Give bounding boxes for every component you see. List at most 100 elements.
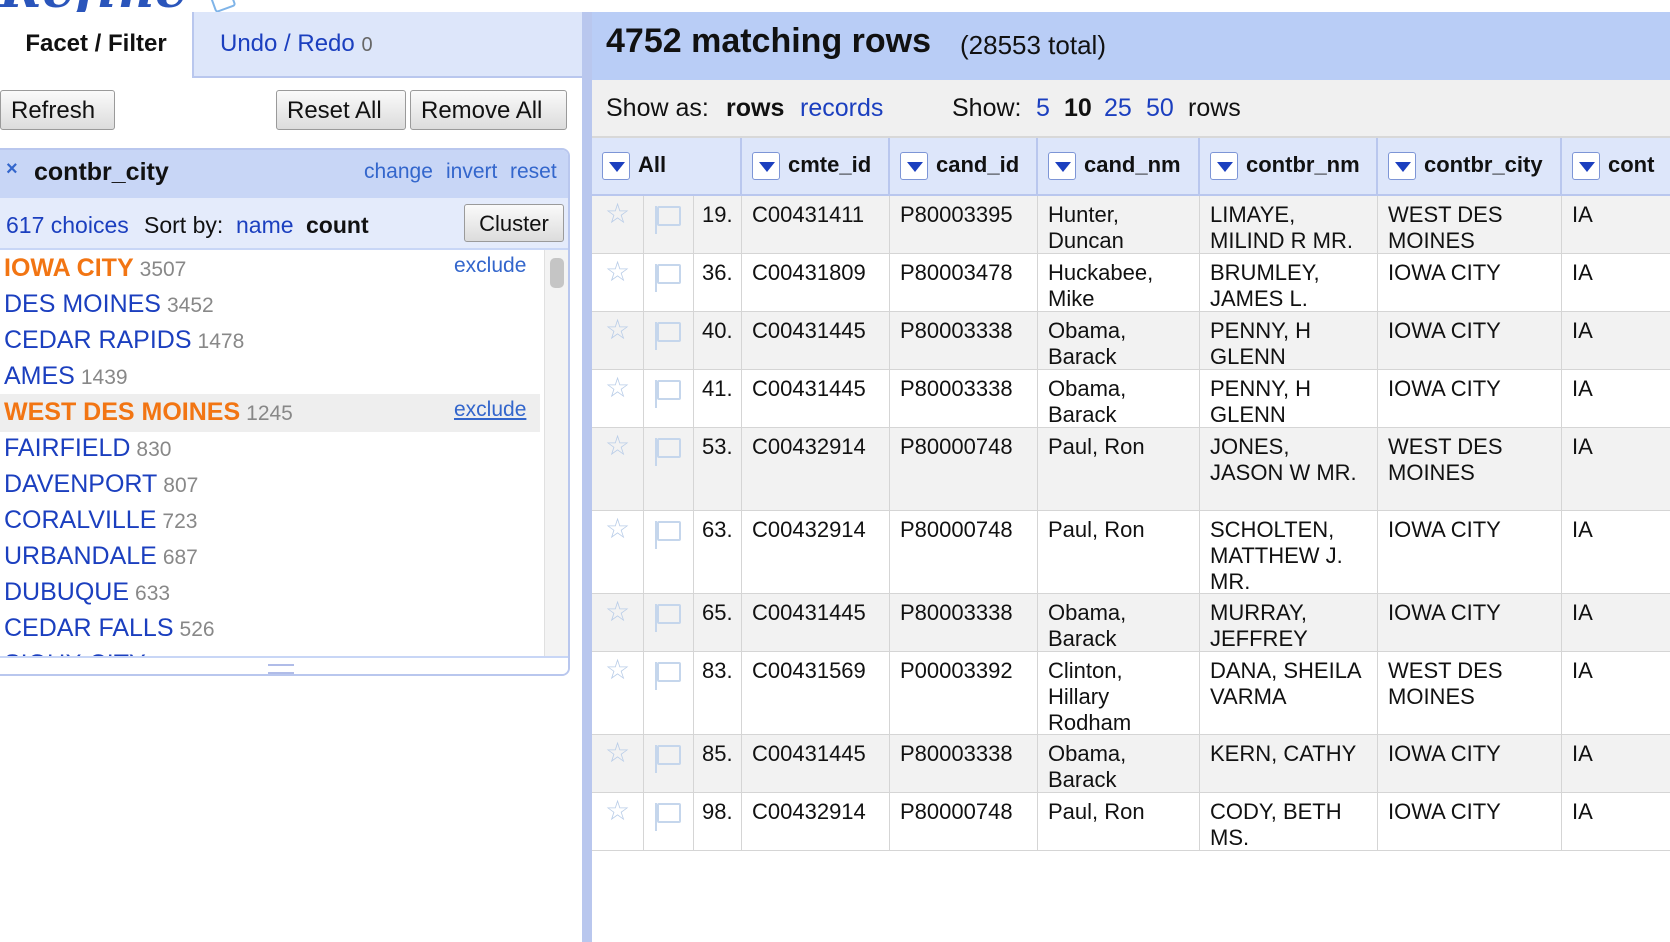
tab-undo-redo[interactable]: Undo / Redo 0 [220, 12, 373, 76]
flag-icon[interactable] [644, 652, 694, 734]
cell-cand-nm: Obama, Barack [1038, 735, 1200, 792]
cell-cand-id: P80000748 [890, 428, 1038, 510]
view-rows-option[interactable]: rows [726, 94, 784, 123]
remove-all-button[interactable]: Remove All [410, 90, 567, 130]
flag-icon[interactable] [644, 196, 694, 253]
column-menu-dropdown-icon[interactable] [1388, 152, 1416, 180]
facet-choice-name[interactable]: DUBUQUE 633 [4, 578, 170, 607]
cell-contbr-city: IOWA CITY [1378, 594, 1562, 651]
facet-choice[interactable]: DAVENPORT 807 [0, 466, 540, 504]
star-icon[interactable]: ☆ [592, 370, 644, 427]
facet-choice[interactable]: AMES 1439 [0, 358, 540, 396]
cell-cmte-id: C00431569 [742, 652, 890, 734]
facet-choice[interactable]: DES MOINES 3452 [0, 286, 540, 324]
column-menu-dropdown-icon[interactable] [1048, 152, 1076, 180]
star-icon[interactable]: ☆ [592, 428, 644, 510]
facet-choice-name[interactable]: CORALVILLE 723 [4, 506, 197, 535]
facet-choice[interactable]: SIOUX CITY510 [0, 646, 540, 656]
cell-contbr-city: IOWA CITY [1378, 735, 1562, 792]
cell-cand-id: P80003338 [890, 370, 1038, 427]
column-cont-header[interactable]: cont [1562, 138, 1670, 194]
matching-rows-count: 4752 matching rows [606, 22, 932, 60]
cell-contbr-nm: JONES, JASON W MR. [1200, 428, 1378, 510]
column-cand-id-header[interactable]: cand_id [890, 138, 1038, 194]
facet-scroll-thumb[interactable] [550, 258, 564, 288]
facet-choice-name[interactable]: CEDAR FALLS 526 [4, 614, 215, 643]
column-menu-dropdown-icon[interactable] [1210, 152, 1238, 180]
page-size-25[interactable]: 25 [1104, 94, 1132, 123]
cell-cmte-id: C00431445 [742, 735, 890, 792]
facet-choice[interactable]: WEST DES MOINES 1245 exclude [0, 394, 540, 432]
column-cand-nm-header[interactable]: cand_nm [1038, 138, 1200, 194]
cell-cand-nm: Obama, Barack [1038, 312, 1200, 369]
column-menu-dropdown-icon[interactable] [1572, 152, 1600, 180]
facet-choice-name[interactable]: WEST DES MOINES 1245 [4, 398, 293, 427]
facet-change-link[interactable]: change [364, 160, 433, 184]
sort-name-link[interactable]: name [236, 212, 294, 239]
reset-all-button[interactable]: Reset All [276, 90, 406, 130]
show-label: Show: [952, 94, 1022, 122]
column-cmte-id-header[interactable]: cmte_id [742, 138, 890, 194]
star-icon[interactable]: ☆ [592, 594, 644, 651]
row-number: 53. [694, 428, 742, 510]
exclude-link[interactable]: exclude [454, 398, 526, 422]
facet-choice-name[interactable]: AMES 1439 [4, 362, 128, 391]
star-icon[interactable]: ☆ [592, 511, 644, 593]
close-icon[interactable]: × [6, 159, 24, 179]
tab-facet-filter[interactable]: Facet / Filter [0, 12, 194, 78]
star-icon[interactable]: ☆ [592, 793, 644, 850]
flag-icon[interactable] [644, 254, 694, 311]
logo-diamond-icon [209, 0, 237, 12]
column-contbr-city-header[interactable]: contbr_city [1378, 138, 1562, 194]
facet-resize-handle[interactable] [0, 656, 568, 674]
facet-choice[interactable]: IOWA CITY 3507 exclude [0, 250, 540, 288]
choices-count-link[interactable]: 617 choices [6, 212, 129, 239]
facet-scrollbar[interactable] [544, 250, 568, 656]
column-all-header[interactable]: All [592, 138, 742, 194]
facet-choice-name[interactable]: DES MOINES 3452 [4, 290, 214, 319]
page-size-10[interactable]: 10 [1064, 94, 1092, 123]
star-icon[interactable]: ☆ [592, 254, 644, 311]
facet-choice[interactable]: CEDAR RAPIDS 1478 [0, 322, 540, 360]
page-size-5[interactable]: 5 [1036, 94, 1050, 123]
sort-count-link[interactable]: count [306, 212, 369, 239]
star-icon[interactable]: ☆ [592, 312, 644, 369]
flag-icon[interactable] [644, 793, 694, 850]
star-icon[interactable]: ☆ [592, 196, 644, 253]
cluster-button[interactable]: Cluster [464, 204, 564, 242]
view-records-option[interactable]: records [800, 94, 883, 123]
data-table: All cmte_id cand_id cand_nm contbr_nm contbr_… [592, 138, 1670, 942]
cell-cmte-id: C00432914 [742, 511, 890, 593]
star-icon[interactable]: ☆ [592, 735, 644, 792]
flag-icon[interactable] [644, 594, 694, 651]
flag-icon[interactable] [644, 312, 694, 369]
flag-icon[interactable] [644, 428, 694, 510]
page-size-50[interactable]: 50 [1146, 94, 1174, 123]
facet-choice[interactable]: DUBUQUE 633 [0, 574, 540, 612]
column-menu-dropdown-icon[interactable] [752, 152, 780, 180]
facet-choice[interactable]: CORALVILLE 723 [0, 502, 540, 540]
star-icon[interactable]: ☆ [592, 652, 644, 734]
facet-choice-name[interactable]: DAVENPORT 807 [4, 470, 198, 499]
facet-reset-link[interactable]: reset [510, 160, 557, 184]
column-contbr-nm-header[interactable]: contbr_nm [1200, 138, 1378, 194]
facet-choice[interactable]: CEDAR FALLS 526 [0, 610, 540, 648]
facet-choice[interactable]: URBANDALE 687 [0, 538, 540, 576]
flag-icon[interactable] [644, 370, 694, 427]
cell-contbr-nm: SCHOLTEN, MATTHEW J. MR. [1200, 511, 1378, 594]
exclude-link[interactable]: exclude [454, 254, 526, 278]
panel-divider[interactable] [582, 12, 592, 942]
refresh-button[interactable]: Refresh [0, 90, 115, 130]
facet-choice-name[interactable]: CEDAR RAPIDS 1478 [4, 326, 244, 355]
column-menu-dropdown-icon[interactable] [602, 152, 630, 180]
flag-icon[interactable] [644, 735, 694, 792]
facet-choice-name[interactable]: FAIRFIELD 830 [4, 434, 171, 463]
facet-choice[interactable]: FAIRFIELD 830 [0, 430, 540, 468]
table-row: ☆ 63. C00432914 P80000748 Paul, Ron SCHOLTEN,… [592, 511, 1670, 594]
facet-invert-link[interactable]: invert [446, 160, 497, 184]
flag-icon[interactable] [644, 511, 694, 593]
facet-choice-name[interactable]: IOWA CITY 3507 [4, 254, 186, 283]
facet-choice-count: 1478 [197, 330, 245, 353]
column-menu-dropdown-icon[interactable] [900, 152, 928, 180]
facet-choice-name[interactable]: URBANDALE 687 [4, 542, 198, 571]
